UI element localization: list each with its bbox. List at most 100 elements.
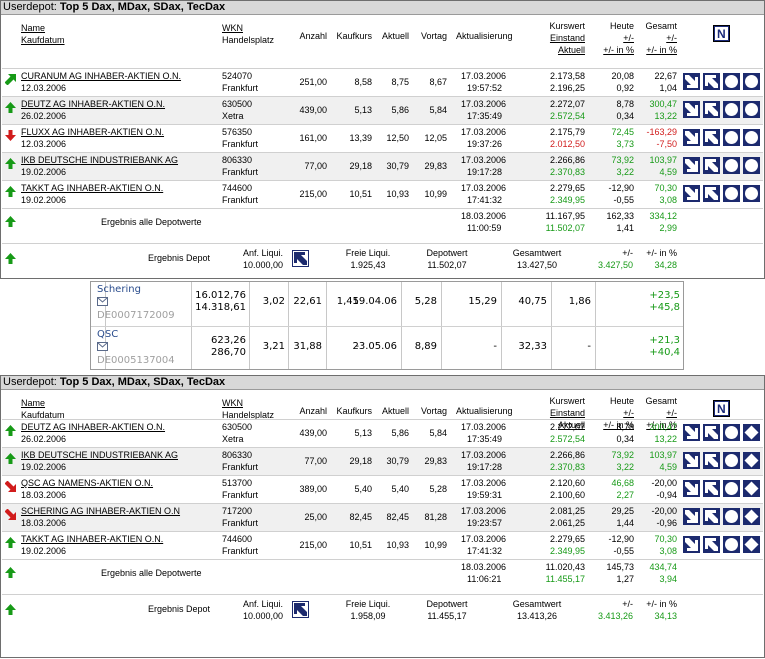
diamond-icon[interactable] (743, 508, 760, 525)
diamond-icon[interactable] (743, 424, 760, 441)
heute-pct: 0,34 (616, 111, 634, 121)
news-n-button[interactable]: N (713, 400, 730, 417)
circle-icon[interactable] (723, 424, 740, 441)
depot-pm-value: 3.427,50 (597, 260, 633, 270)
summary-label: Ergebnis alle Depotwerte (101, 217, 202, 227)
circle-icon[interactable] (743, 101, 760, 118)
col-aktuell2-header[interactable]: Aktuell (558, 45, 585, 56)
sell-icon[interactable] (683, 452, 700, 469)
circle-icon[interactable] (743, 157, 760, 174)
stock-name-link[interactable]: TAKKT AG INHABER-AKTIEN O.N. (21, 183, 163, 194)
heute-pct: -0,55 (613, 546, 634, 556)
einstand: 2.572,54 (549, 111, 585, 121)
sell-icon[interactable] (683, 101, 700, 118)
stock-link[interactable]: QSC (97, 329, 118, 341)
circle-icon[interactable] (723, 73, 740, 90)
anzahl: 439,00 (299, 428, 327, 438)
buy-icon[interactable] (703, 157, 720, 174)
col-einstand-header[interactable]: Einstand (550, 408, 585, 419)
stock-name-link[interactable]: IKB DEUTSCHE INDUSTRIEBANK AG (21, 450, 178, 461)
sell-icon[interactable] (683, 536, 700, 553)
col-wkn-header[interactable]: WKN (222, 398, 243, 409)
stock-link[interactable]: Schering (97, 284, 141, 296)
sell-icon[interactable] (683, 73, 700, 90)
circle-icon[interactable] (723, 129, 740, 146)
sell-icon[interactable] (683, 185, 700, 202)
stock-name-link[interactable]: FLUXX AG INHABER-AKTIEN O.N. (21, 127, 164, 138)
col-kaufdatum-header[interactable]: Kaufdatum (21, 35, 65, 46)
buy-icon[interactable] (703, 185, 720, 202)
news-n-button[interactable]: N (713, 25, 730, 42)
summary-kurswert: 11.020,43 (545, 562, 585, 572)
col-name-header[interactable]: Name (21, 23, 45, 34)
col-heute-pct-header[interactable]: +/- in % (603, 45, 634, 56)
heute-pct: -0,55 (613, 195, 634, 205)
col-heute-pm-header[interactable]: +/- (623, 33, 634, 44)
stock-name-link[interactable]: SCHERING AG INHABER-AKTIEN O.N (21, 506, 180, 517)
circle-icon[interactable] (723, 157, 740, 174)
col-heute-pm-header[interactable]: +/- (623, 408, 634, 419)
stock-name-link[interactable]: IKB DEUTSCHE INDUSTRIEBANK AG (21, 155, 178, 166)
buy-icon[interactable] (703, 129, 720, 146)
gesamt-pct: -7,50 (656, 139, 677, 149)
buy-icon[interactable] (703, 480, 720, 497)
depot-pct-label: +/- in % (646, 248, 677, 258)
freie-liqui-label: Freie Liqui. (345, 248, 391, 258)
liquidity-edit-icon[interactable] (292, 250, 309, 267)
summary-heute-pct: 1,41 (616, 223, 634, 233)
circle-icon[interactable] (743, 129, 760, 146)
kaufkurs: 5,40 (354, 484, 372, 494)
col-name-header[interactable]: Name (21, 398, 45, 409)
diamond-icon[interactable] (743, 452, 760, 469)
heute-pm: 46,68 (611, 478, 634, 488)
col-gesamt-pm-header[interactable]: +/- (666, 408, 677, 419)
aktualisierung-datum: 17.03.2006 (461, 506, 507, 516)
gesamt-pct: -0,94 (656, 490, 677, 500)
gesamt-pm: 103,97 (649, 155, 677, 165)
circle-icon[interactable] (743, 185, 760, 202)
circle-icon[interactable] (723, 536, 740, 553)
handelsplatz: Frankfurt (222, 518, 259, 528)
arrow-diag-down-icon (4, 480, 16, 492)
stock-name-link[interactable]: DEUTZ AG INHABER-AKTIEN O.N. (21, 99, 165, 110)
circle-icon[interactable] (723, 101, 740, 118)
buy-icon[interactable] (703, 536, 720, 553)
gesamtwert-value: 13.427,50 (516, 260, 558, 270)
circle-icon[interactable] (723, 185, 740, 202)
sell-icon[interactable] (683, 129, 700, 146)
envelope-icon[interactable] (97, 297, 108, 310)
summary-datum: 18.03.2006 (461, 562, 507, 572)
col-gesamt-pct-header[interactable]: +/- in % (646, 45, 677, 56)
circle-icon[interactable] (723, 480, 740, 497)
sell-icon[interactable] (683, 157, 700, 174)
buy-icon[interactable] (703, 101, 720, 118)
stock-name-link[interactable]: QSC AG NAMENS-AKTIEN O.N. (21, 478, 153, 489)
diamond-icon[interactable] (743, 536, 760, 553)
liquidity-edit-icon[interactable] (292, 601, 309, 618)
aktualisierung-datum: 17.03.2006 (461, 99, 507, 109)
col-wkn-header[interactable]: WKN (222, 23, 243, 34)
row-divider (2, 503, 763, 504)
circle-icon[interactable] (723, 508, 740, 525)
col-4: 23.05.06 (352, 341, 397, 352)
buy-icon[interactable] (703, 73, 720, 90)
circle-icon[interactable] (723, 452, 740, 469)
buy-icon[interactable] (703, 424, 720, 441)
col-einstand-header[interactable]: Einstand (550, 33, 585, 44)
stock-name-link[interactable]: CURANUM AG INHABER-AKTIEN O.N. (21, 71, 181, 82)
col-gesamt-pm-header[interactable]: +/- (666, 33, 677, 44)
summary-label: Ergebnis alle Depotwerte (101, 568, 202, 578)
anzahl: 77,00 (304, 161, 327, 171)
sell-icon[interactable] (683, 424, 700, 441)
stock-name-link[interactable]: DEUTZ AG INHABER-AKTIEN O.N. (21, 422, 165, 433)
sell-icon[interactable] (683, 508, 700, 525)
heute-pct: 2,27 (616, 490, 634, 500)
stock-name-link[interactable]: TAKKT AG INHABER-AKTIEN O.N. (21, 534, 163, 545)
buy-icon[interactable] (703, 508, 720, 525)
envelope-icon[interactable] (97, 342, 108, 355)
buy-icon[interactable] (703, 452, 720, 469)
circle-icon[interactable] (743, 73, 760, 90)
summary-einstand: 11.455,17 (545, 574, 585, 584)
diamond-icon[interactable] (743, 480, 760, 497)
sell-icon[interactable] (683, 480, 700, 497)
